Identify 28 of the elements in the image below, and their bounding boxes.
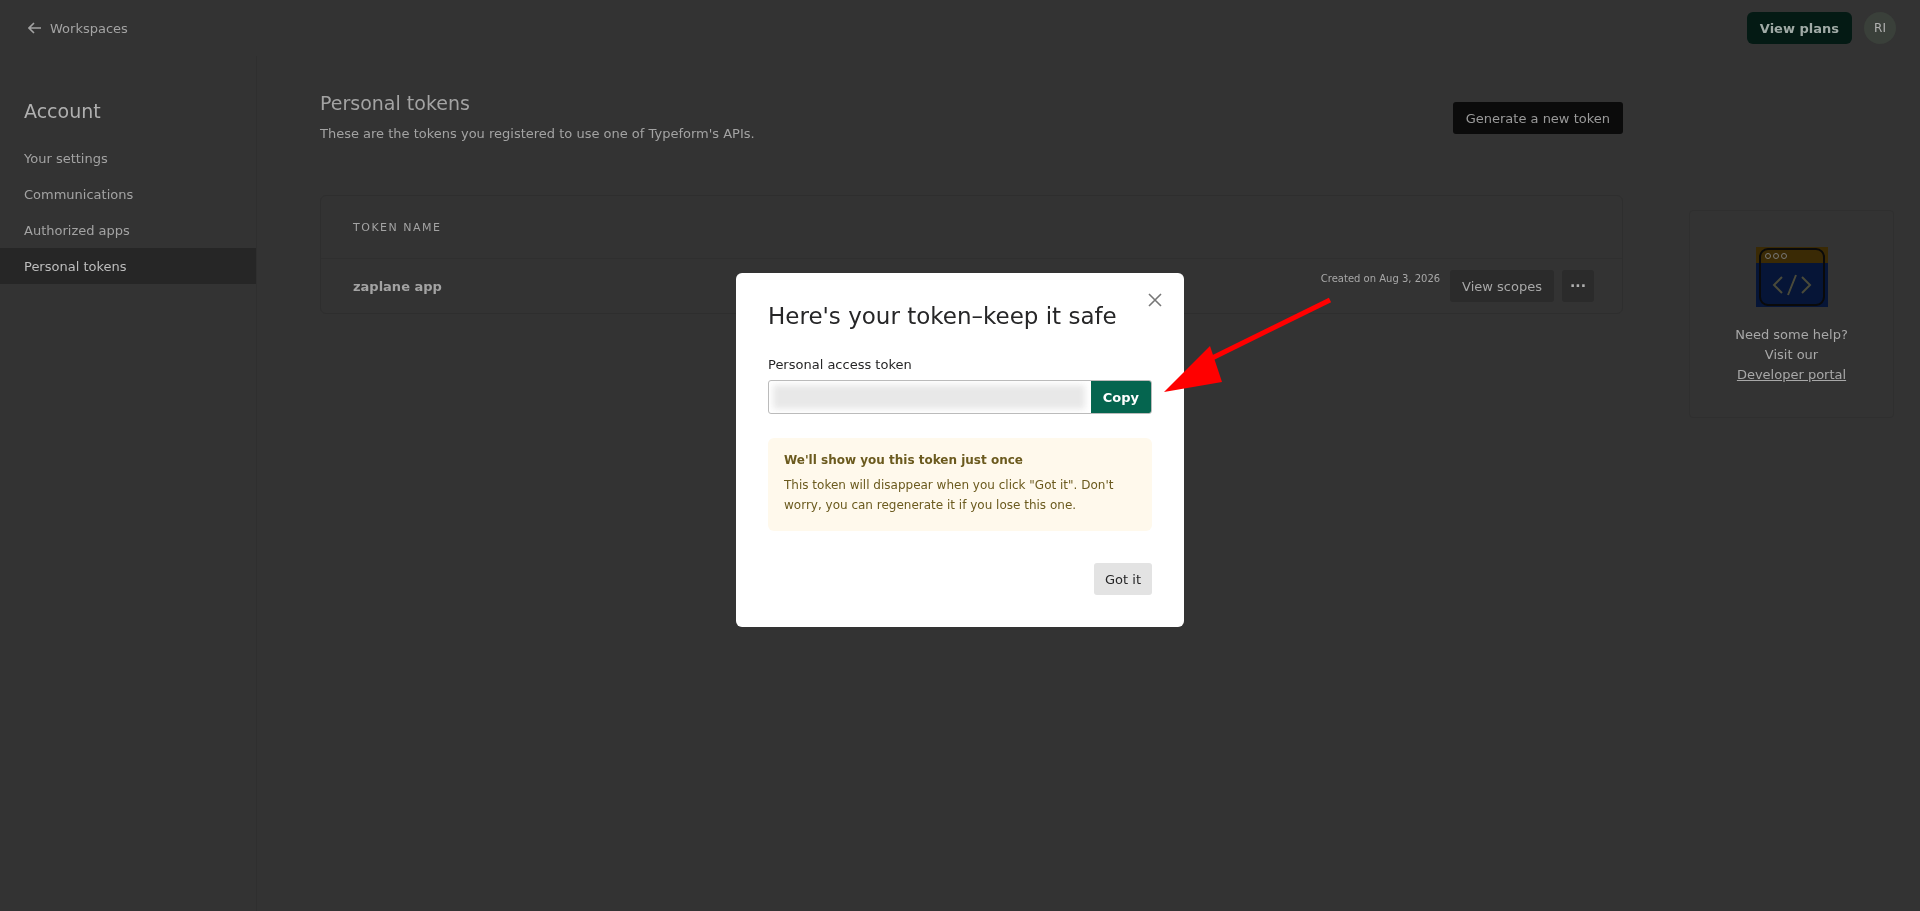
page-subtitle: These are the tokens you registered to use one of Typeform's APIs. <box>320 126 755 141</box>
developer-portal-link[interactable]: Developer portal <box>1736 365 1847 385</box>
token-name: zaplane app <box>353 278 443 294</box>
sidebar-item[interactable]: Authorized apps <box>0 212 256 248</box>
sidebar-item[interactable]: Your settings <box>0 140 256 176</box>
token-field[interactable]: Copy <box>768 380 1152 414</box>
sidebar-title: Account <box>24 100 102 122</box>
notice-text: This token will disappear when you click "Got it". Don't worry, you can regenerate it if you lose this one. <box>784 477 1115 514</box>
more-options-button[interactable]: ··· <box>1562 270 1594 302</box>
back-arrow-icon <box>28 22 42 34</box>
help-text: Visit our <box>1764 346 1819 364</box>
sidebar-item[interactable]: Communications <box>0 176 256 212</box>
workspaces-back-link[interactable]: Workspaces <box>28 20 128 36</box>
view-scopes-button[interactable]: View scopes <box>1450 270 1554 302</box>
notice-title: We'll show you this token just once <box>784 453 1024 467</box>
help-text: Need some help? <box>1735 326 1848 344</box>
got-it-button[interactable]: Got it <box>1094 563 1152 595</box>
generate-token-button[interactable]: Generate a new token <box>1452 102 1623 134</box>
column-header: TOKEN NAME <box>321 196 1622 259</box>
view-plans-button[interactable]: View plans <box>1746 12 1852 44</box>
dialog-title: Here's your token–keep it safe <box>768 303 1118 329</box>
created-date: Created on Aug 3, 2026 <box>1320 273 1441 284</box>
code-window-icon <box>1753 245 1830 309</box>
copy-button[interactable]: Copy <box>1090 381 1151 413</box>
sidebar-item[interactable]: Personal tokens <box>0 248 256 284</box>
field-label: Personal access token <box>768 357 913 372</box>
user-avatar[interactable]: RI <box>1864 12 1896 44</box>
page-title: Personal tokens <box>320 92 471 114</box>
